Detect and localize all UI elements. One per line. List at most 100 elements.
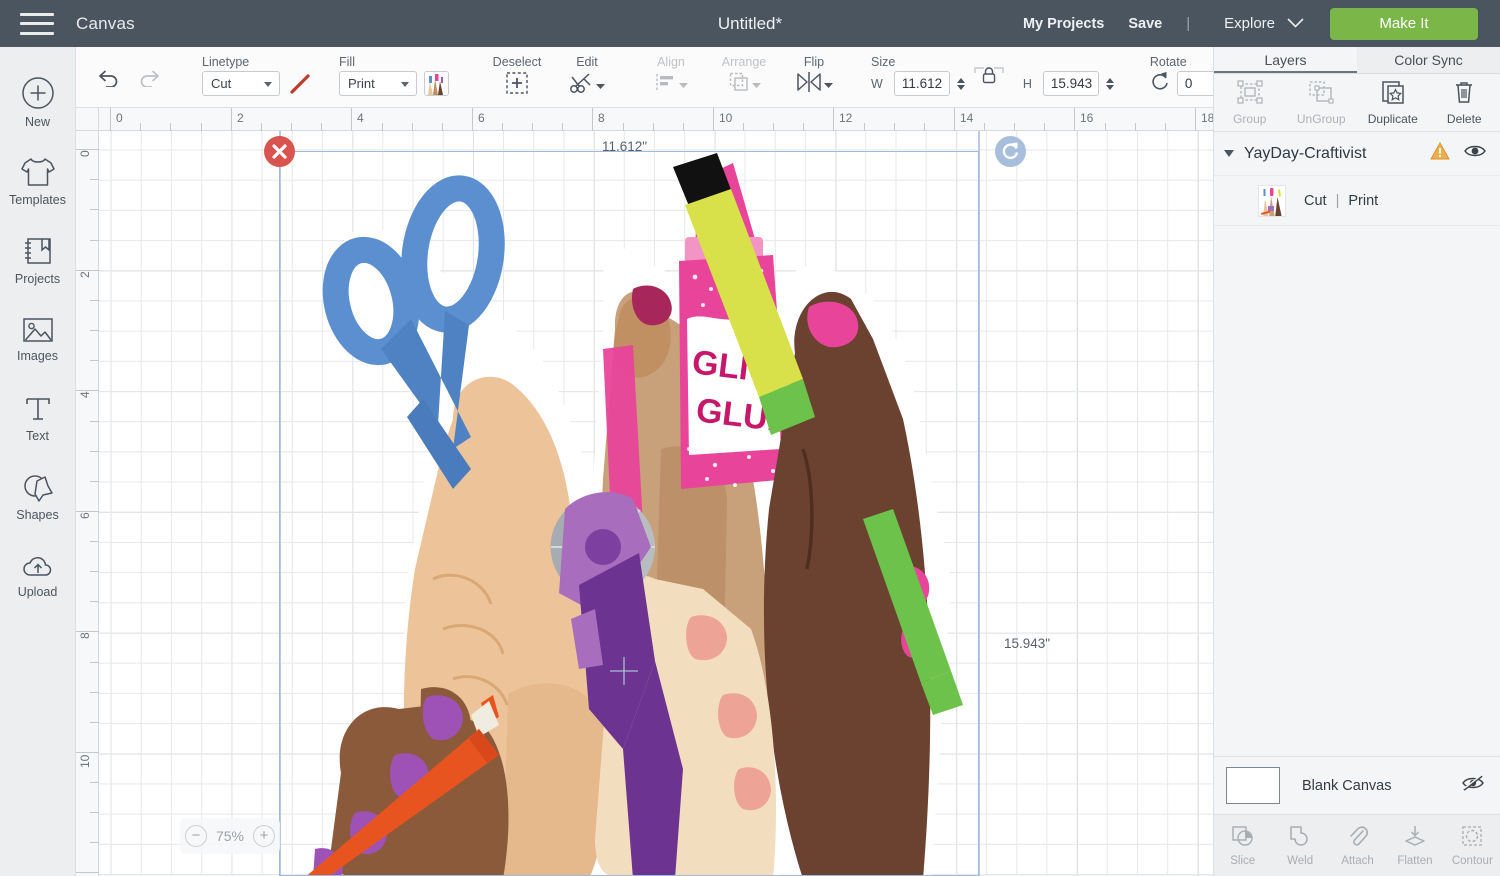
- sidebar-item-upload[interactable]: Upload: [0, 537, 76, 616]
- edit-scissors-icon[interactable]: [569, 71, 594, 100]
- ruler-h-label: 12: [839, 111, 853, 125]
- ruler-h-label: 18: [1201, 111, 1213, 125]
- sidebar-item-images[interactable]: Images: [0, 300, 76, 379]
- ruler-corner: [76, 108, 99, 131]
- linetype-color-swatch[interactable]: [287, 71, 313, 96]
- delete-label: Delete: [1446, 111, 1482, 126]
- contour-button[interactable]: Contour: [1444, 815, 1500, 876]
- sidebar-label-upload: Upload: [17, 585, 58, 599]
- chevron-down-icon[interactable]: [1224, 150, 1234, 157]
- sidebar-label-shapes: Shapes: [16, 508, 59, 522]
- rotate-icon[interactable]: [1150, 71, 1170, 96]
- linetype-value: Cut: [211, 76, 232, 91]
- right-panel-tabs: Layers Color Sync: [1214, 47, 1500, 74]
- attach-button[interactable]: Attach: [1329, 815, 1386, 876]
- design-canvas[interactable]: GLITTER GLUE: [76, 108, 1213, 876]
- warning-triangle-icon[interactable]: [1430, 141, 1450, 165]
- fill-select[interactable]: Print: [339, 71, 417, 96]
- attach-label: Attach: [1341, 854, 1374, 867]
- weld-button[interactable]: Weld: [1271, 815, 1328, 876]
- zoom-control[interactable]: − 75% +: [180, 818, 280, 854]
- hamburger-icon[interactable]: [20, 12, 54, 35]
- zoom-in-button[interactable]: +: [253, 825, 275, 847]
- size-height-input[interactable]: [1042, 71, 1099, 96]
- group-button[interactable]: Group: [1214, 74, 1286, 131]
- tab-layers[interactable]: Layers: [1214, 47, 1357, 73]
- edit-group[interactable]: Edit: [545, 47, 615, 108]
- contour-label: Contour: [1451, 854, 1493, 867]
- aspect-lock-toggle[interactable]: [972, 67, 1016, 96]
- tab-color-sync[interactable]: Color Sync: [1357, 47, 1500, 73]
- sidebar-label-projects: Projects: [14, 272, 61, 286]
- sidebar-label-templates: Templates: [9, 193, 66, 207]
- ruler-v-label: 2: [78, 271, 92, 278]
- fill-group: Fill Print: [313, 47, 449, 108]
- layer-group-header[interactable]: YayDay-Craftivist: [1214, 132, 1500, 176]
- sidebar-label-images: Images: [17, 349, 58, 363]
- flip-group[interactable]: Flip: [775, 47, 839, 108]
- zoom-level-value: 75%: [215, 828, 245, 844]
- duplicate-icon: [1380, 80, 1406, 109]
- sidebar-label-text: Text: [26, 429, 49, 443]
- sidebar-item-projects[interactable]: Projects: [0, 221, 76, 300]
- sidebar-item-text[interactable]: Text: [0, 379, 76, 458]
- shapes-icon: [22, 473, 54, 503]
- size-width-stepper[interactable]: [956, 77, 965, 90]
- deselect-icon[interactable]: [505, 71, 529, 100]
- ruler-h-label: 0: [116, 111, 123, 125]
- blank-canvas-row[interactable]: Blank Canvas: [1214, 756, 1500, 814]
- blank-canvas-swatch[interactable]: [1226, 767, 1280, 804]
- redo-icon[interactable]: [138, 69, 160, 92]
- arrange-group[interactable]: Arrange: [699, 47, 775, 108]
- header-actions: My Projects Save | Explore Make It: [999, 0, 1500, 47]
- selection-bounding-box: [279, 151, 979, 876]
- ungroup-button[interactable]: UnGroup: [1286, 74, 1358, 131]
- layer-row[interactable]: Cut | Print: [1214, 176, 1500, 226]
- group-label: Group: [1233, 111, 1267, 126]
- left-sidebar: New Templates Projects Images Text Shape…: [0, 47, 76, 876]
- eye-off-icon[interactable]: [1461, 774, 1485, 797]
- flip-icon[interactable]: [796, 71, 822, 98]
- undo-icon[interactable]: [98, 69, 120, 92]
- sidebar-item-shapes[interactable]: Shapes: [0, 458, 76, 537]
- explore-selector[interactable]: Explore: [1224, 15, 1304, 33]
- slice-button[interactable]: Slice: [1214, 815, 1271, 876]
- fill-pattern-swatch[interactable]: [424, 71, 449, 96]
- edit-toolbar: Linetype Cut Fill Print Deselect Edit Al…: [76, 47, 1488, 108]
- my-projects-link[interactable]: My Projects: [1023, 16, 1104, 32]
- duplicate-label: Duplicate: [1367, 111, 1418, 126]
- delete-selection-handle[interactable]: [264, 136, 295, 167]
- ungroup-icon: [1308, 80, 1334, 109]
- linetype-label: Linetype: [202, 55, 250, 69]
- sidebar-item-new[interactable]: New: [0, 63, 76, 142]
- text-t-icon: [23, 394, 53, 424]
- duplicate-button[interactable]: Duplicate: [1357, 74, 1429, 131]
- align-label: Align: [657, 55, 685, 69]
- fill-label: Fill: [339, 55, 355, 69]
- group-icon: [1237, 79, 1263, 109]
- zoom-out-button[interactable]: −: [185, 825, 207, 847]
- size-height-stepper[interactable]: [1105, 77, 1114, 90]
- make-it-button[interactable]: Make It: [1330, 7, 1478, 40]
- chevron-down-icon: [823, 76, 833, 94]
- size-width-input[interactable]: [893, 71, 950, 96]
- align-group[interactable]: Align: [629, 47, 699, 108]
- canvas-grid[interactable]: GLITTER GLUE: [99, 131, 1213, 876]
- sidebar-item-templates[interactable]: Templates: [0, 142, 76, 221]
- eye-icon[interactable]: [1464, 143, 1486, 164]
- ruler-h-label: 14: [960, 111, 974, 125]
- linetype-select[interactable]: Cut: [202, 71, 280, 96]
- picture-icon: [21, 316, 55, 344]
- trash-icon: [1452, 80, 1476, 109]
- flatten-button[interactable]: Flatten: [1386, 815, 1443, 876]
- layer-thumbnail: [1258, 184, 1286, 217]
- deselect-group[interactable]: Deselect: [471, 47, 545, 108]
- layer-type-print: Print: [1348, 192, 1379, 209]
- rotate-selection-handle[interactable]: [995, 136, 1026, 167]
- save-button[interactable]: Save: [1128, 16, 1162, 32]
- ruler-v-label: 8: [78, 632, 92, 639]
- align-icon[interactable]: [655, 71, 677, 98]
- delete-button[interactable]: Delete: [1429, 74, 1500, 131]
- arrange-icon[interactable]: [728, 71, 750, 98]
- weld-label: Weld: [1287, 854, 1314, 867]
